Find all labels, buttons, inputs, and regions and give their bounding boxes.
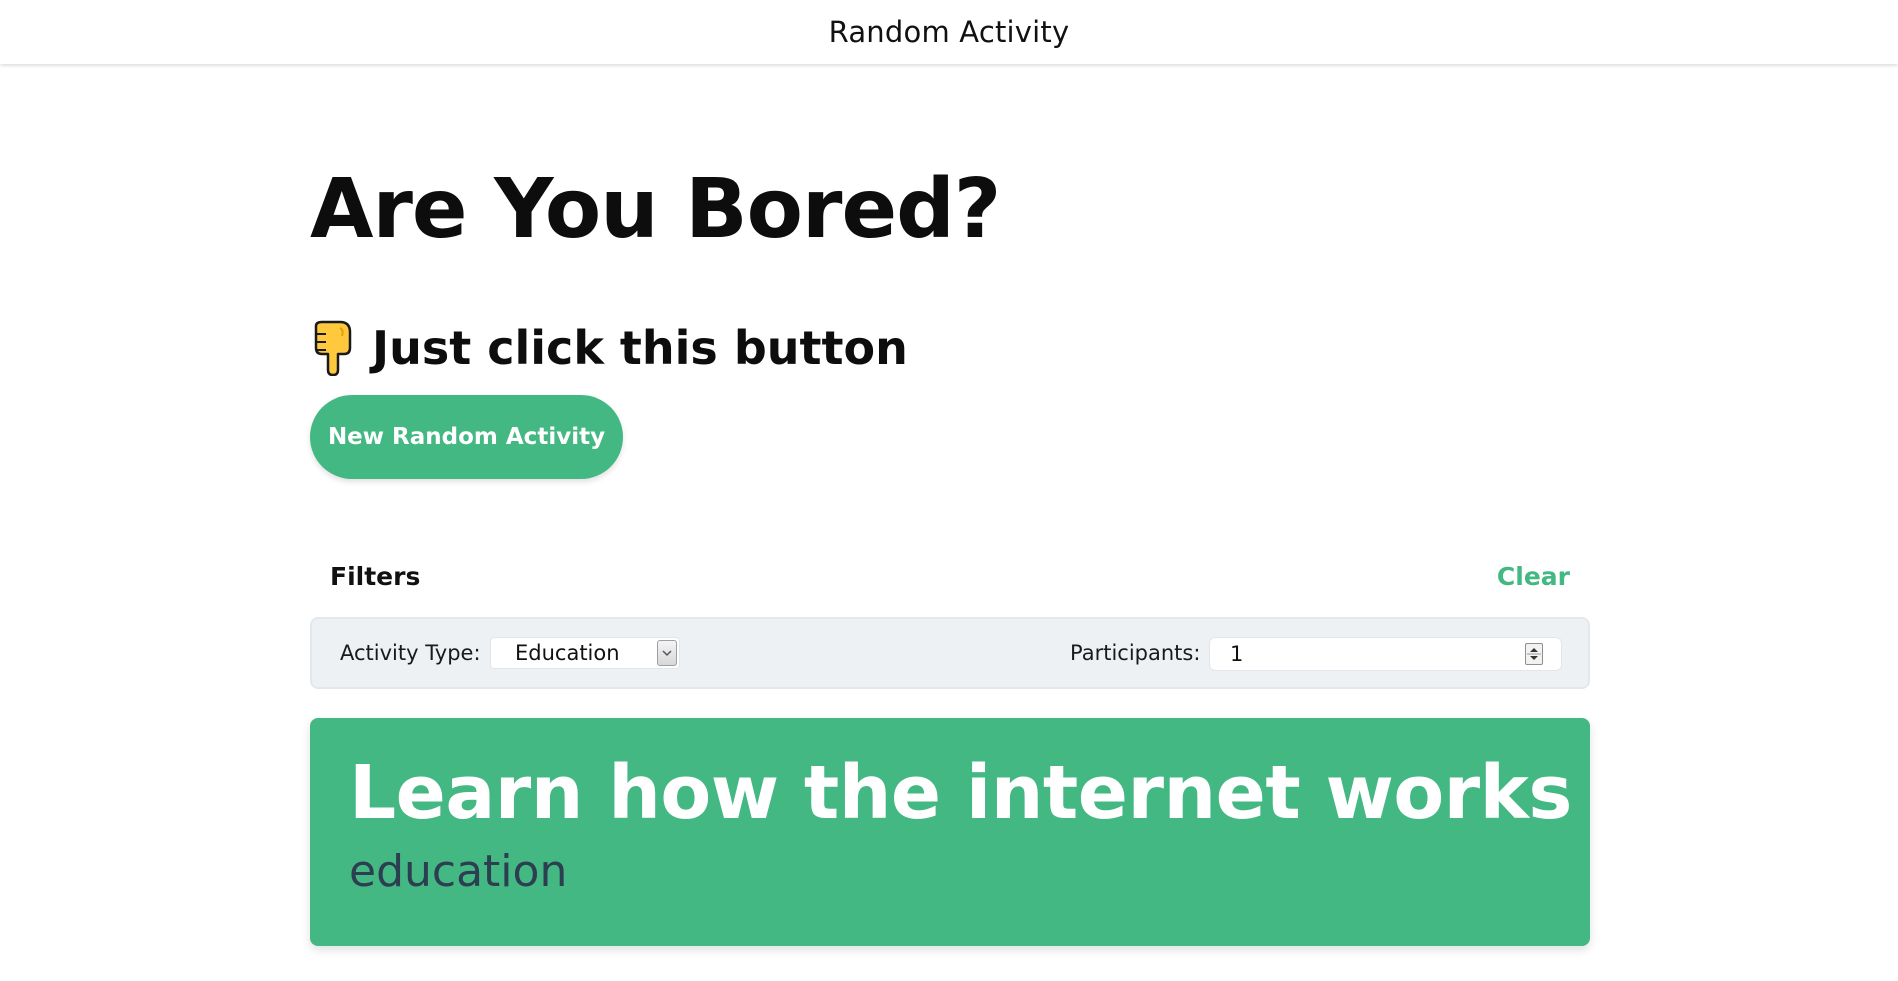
backhand-index-pointing-down-icon [310,320,356,377]
page-title: Are You Bored? [310,162,1001,257]
stepper-down-icon [1530,656,1538,660]
app-title: Random Activity [828,15,1070,49]
stepper-up-icon [1530,648,1538,652]
main-content: Are You Bored? Just click this button Ne… [310,0,1590,981]
filters-header: Filters Clear [310,558,1590,598]
new-random-activity-button[interactable]: New Random Activity [310,395,623,479]
participants-input[interactable]: 1 [1209,637,1562,671]
participants-label: Participants: [1070,641,1201,665]
activity-card: Learn how the internet works education [310,718,1590,946]
chevron-down-icon[interactable] [657,640,677,666]
filters-bar: Activity Type: Education Participants: 1 [310,617,1590,689]
call-to-action-text: Just click this button [372,321,908,375]
top-bar: Random Activity [0,0,1898,64]
clear-filters-link[interactable]: Clear [1497,562,1570,591]
participants-value: 1 [1230,642,1244,666]
call-to-action-heading: Just click this button [310,318,908,378]
activity-type-label: Activity Type: [340,641,481,665]
activity-title: Learn how the internet works [349,750,1572,836]
activity-type-selected-value: Education [515,641,620,665]
activity-type-text: education [349,846,568,897]
activity-type-select[interactable]: Education [490,637,680,669]
number-stepper[interactable] [1525,643,1543,665]
filters-title: Filters [330,562,421,591]
